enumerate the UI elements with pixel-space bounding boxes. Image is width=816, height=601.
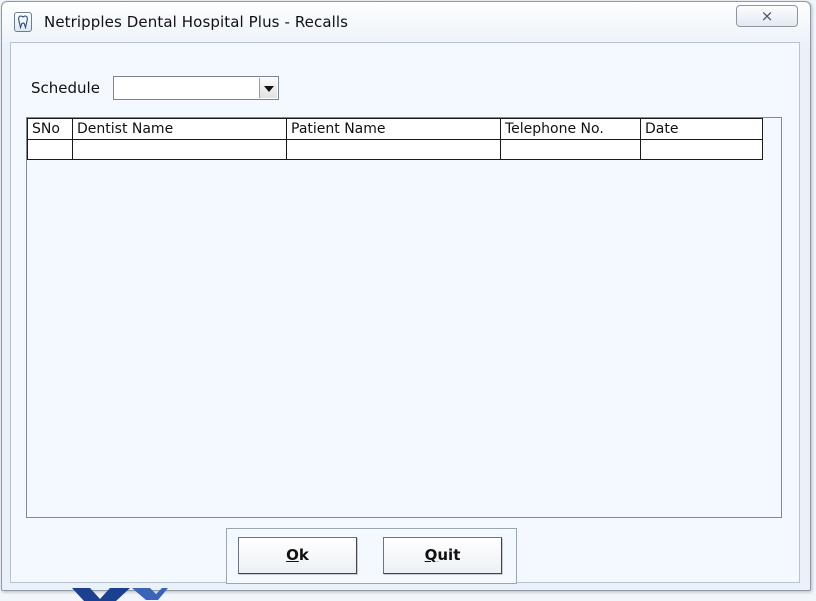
column-header-date[interactable]: Date [640,118,763,140]
cell-patient-name[interactable] [286,139,501,160]
close-button[interactable]: × [736,5,798,27]
background-logo-fragment [72,588,168,601]
schedule-dropdown[interactable] [113,76,279,100]
ok-button[interactable]: Ok [238,537,357,574]
cell-date[interactable] [640,139,763,160]
grid-header-row: SNo Dentist Name Patient Name Telephone … [27,118,763,140]
chevron-down-icon[interactable] [259,78,277,98]
quit-button[interactable]: Quit [383,537,502,574]
window-title: Netripples Dental Hospital Plus - Recall… [44,13,349,31]
cell-sno[interactable] [27,139,73,160]
quit-label: uit [437,546,461,564]
column-header-patient-name[interactable]: Patient Name [286,118,501,140]
table-row[interactable] [27,139,763,160]
schedule-label: Schedule [31,79,100,97]
recalls-grid[interactable]: SNo Dentist Name Patient Name Telephone … [26,117,782,518]
ok-mnemonic: O [286,546,299,564]
column-header-sno[interactable]: SNo [27,118,73,140]
close-icon: × [760,7,774,25]
column-header-telephone[interactable]: Telephone No. [500,118,641,140]
cell-telephone[interactable] [500,139,641,160]
quit-mnemonic: Q [424,546,438,564]
title-bar[interactable]: Netripples Dental Hospital Plus - Recall… [2,2,810,42]
recalls-table: SNo Dentist Name Patient Name Telephone … [27,118,763,160]
cell-dentist-name[interactable] [72,139,287,160]
tooth-icon[interactable] [14,12,32,32]
ok-label: k [298,546,309,564]
column-header-dentist-name[interactable]: Dentist Name [72,118,287,140]
